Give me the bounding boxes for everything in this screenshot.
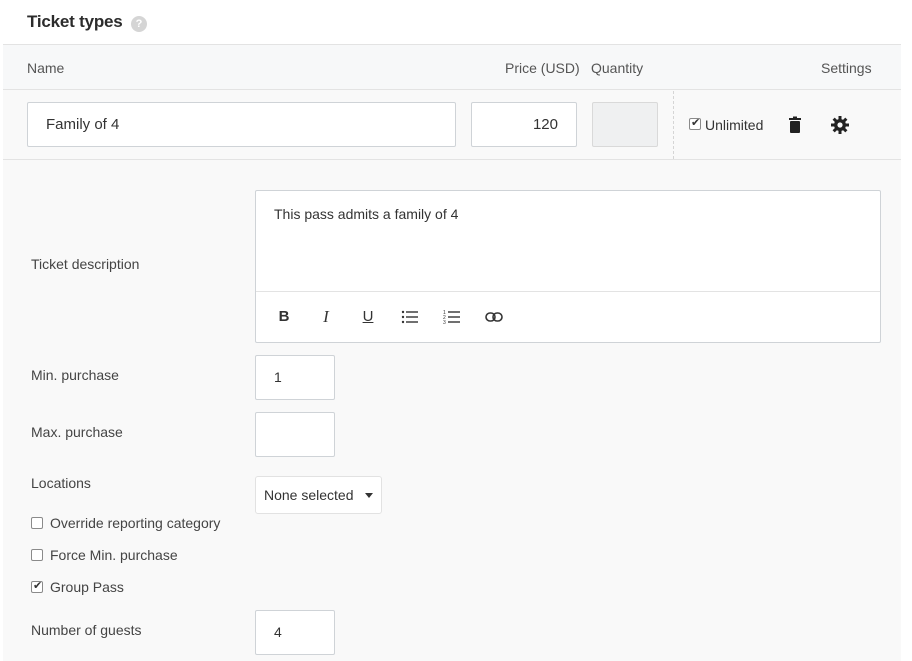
ticket-description-label: Ticket description <box>31 256 140 272</box>
locations-select-value: None selected <box>264 487 354 503</box>
max-purchase-label: Max. purchase <box>31 424 123 440</box>
group-pass-label: Group Pass <box>50 579 124 595</box>
trash-icon[interactable] <box>784 114 806 136</box>
column-header-settings: Settings <box>821 60 872 76</box>
ticket-quantity-input[interactable] <box>592 102 658 147</box>
column-header-name: Name <box>27 60 65 76</box>
underline-icon[interactable]: U <box>358 307 378 327</box>
ticket-price-input[interactable]: 120 <box>471 102 577 147</box>
unlimited-checkbox[interactable] <box>689 116 701 130</box>
table-header <box>3 44 901 90</box>
column-divider <box>673 91 674 159</box>
link-icon[interactable] <box>484 307 504 327</box>
min-purchase-input[interactable]: 1 <box>255 355 335 400</box>
column-header-price: Price (USD) <box>505 60 580 76</box>
help-icon[interactable]: ? <box>131 16 147 32</box>
force-min-checkbox[interactable] <box>31 549 43 561</box>
locations-select[interactable]: None selected <box>255 476 382 514</box>
italic-icon[interactable]: I <box>316 307 336 327</box>
gear-icon[interactable] <box>829 114 851 136</box>
group-pass-checkbox[interactable] <box>31 579 43 593</box>
min-purchase-label: Min. purchase <box>31 367 119 383</box>
override-reporting-label: Override reporting category <box>50 515 221 531</box>
force-min-label: Force Min. purchase <box>50 547 178 563</box>
bold-icon[interactable]: B <box>274 307 294 327</box>
number-of-guests-label: Number of guests <box>31 622 142 638</box>
max-purchase-input[interactable] <box>255 412 335 457</box>
bulleted-list-icon[interactable] <box>400 307 420 327</box>
unlimited-label: Unlimited <box>705 117 764 133</box>
ticket-description-text[interactable]: This pass admits a family of 4 <box>274 206 458 222</box>
svg-text:3: 3 <box>443 320 446 326</box>
editor-toolbar-divider <box>256 291 880 292</box>
number-of-guests-input[interactable]: 4 <box>255 610 335 655</box>
chevron-down-icon[interactable] <box>365 493 373 498</box>
ticket-name-input[interactable]: Family of 4 <box>27 102 456 147</box>
override-reporting-checkbox[interactable] <box>31 517 43 529</box>
column-header-quantity: Quantity <box>591 60 644 76</box>
section-title: Ticket types <box>27 12 123 31</box>
locations-label: Locations <box>31 475 91 491</box>
numbered-list-icon[interactable]: 123 <box>442 307 462 327</box>
